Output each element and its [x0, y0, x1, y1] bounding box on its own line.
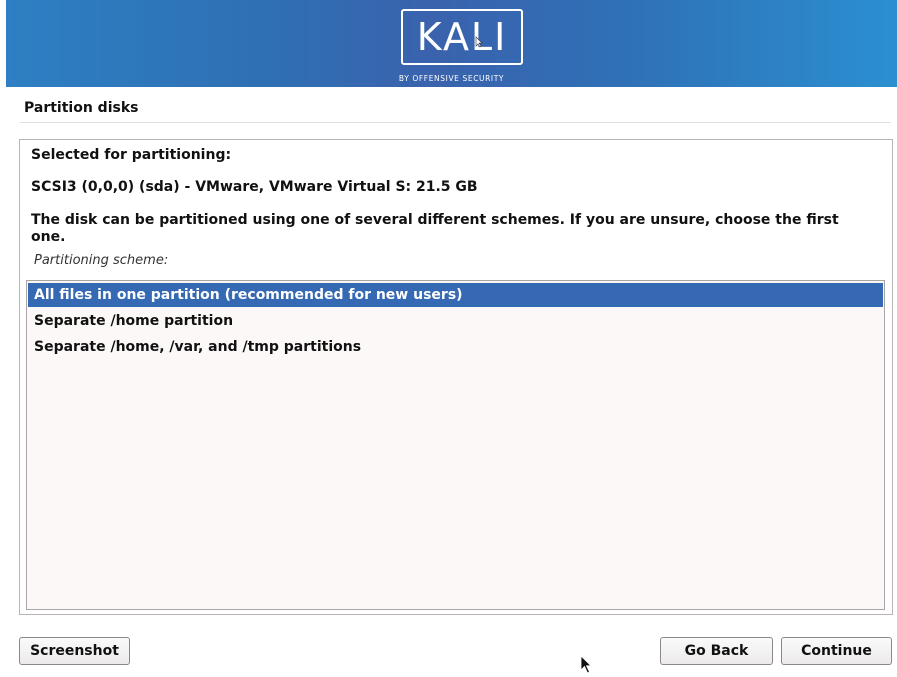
text-cursor-icon	[475, 36, 483, 48]
disk-info: SCSI3 (0,0,0) (sda) - VMware, VMware Vir…	[31, 179, 478, 195]
selected-label: Selected for partitioning:	[31, 147, 232, 163]
installer-window: KALI BY OFFENSIVE SECURITY Partition dis…	[0, 0, 897, 677]
list-item[interactable]: Separate /home partition	[28, 309, 883, 333]
arrow-cursor-icon	[580, 655, 592, 674]
partitioning-scheme-list[interactable]: All files in one partition (recommended …	[26, 280, 885, 610]
list-item-label: Separate /home partition	[34, 313, 234, 329]
header-banner: KALI BY OFFENSIVE SECURITY	[6, 0, 897, 87]
list-item[interactable]: All files in one partition (recommended …	[28, 283, 883, 307]
logo-subtitle: BY OFFENSIVE SECURITY	[6, 74, 897, 83]
continue-button[interactable]: Continue	[781, 637, 892, 665]
scheme-description: The disk can be partitioned using one of…	[31, 212, 839, 245]
logo-text: KALI	[416, 15, 508, 59]
screenshot-button[interactable]: Screenshot	[19, 637, 130, 665]
list-item-label: Separate /home, /var, and /tmp partition…	[34, 339, 362, 355]
logo-subtitle-text: BY OFFENSIVE SECURITY	[398, 74, 505, 83]
list-item-label: All files in one partition (recommended …	[34, 287, 463, 303]
content-panel: Selected for partitioning: SCSI3 (0,0,0)…	[19, 139, 893, 615]
go-back-button[interactable]: Go Back	[660, 637, 773, 665]
list-item[interactable]: Separate /home, /var, and /tmp partition…	[28, 335, 883, 359]
kali-logo: KALI	[401, 9, 523, 65]
page-title: Partition disks	[24, 100, 139, 116]
divider	[20, 122, 891, 123]
partitioning-scheme-label: Partitioning scheme:	[34, 253, 169, 268]
